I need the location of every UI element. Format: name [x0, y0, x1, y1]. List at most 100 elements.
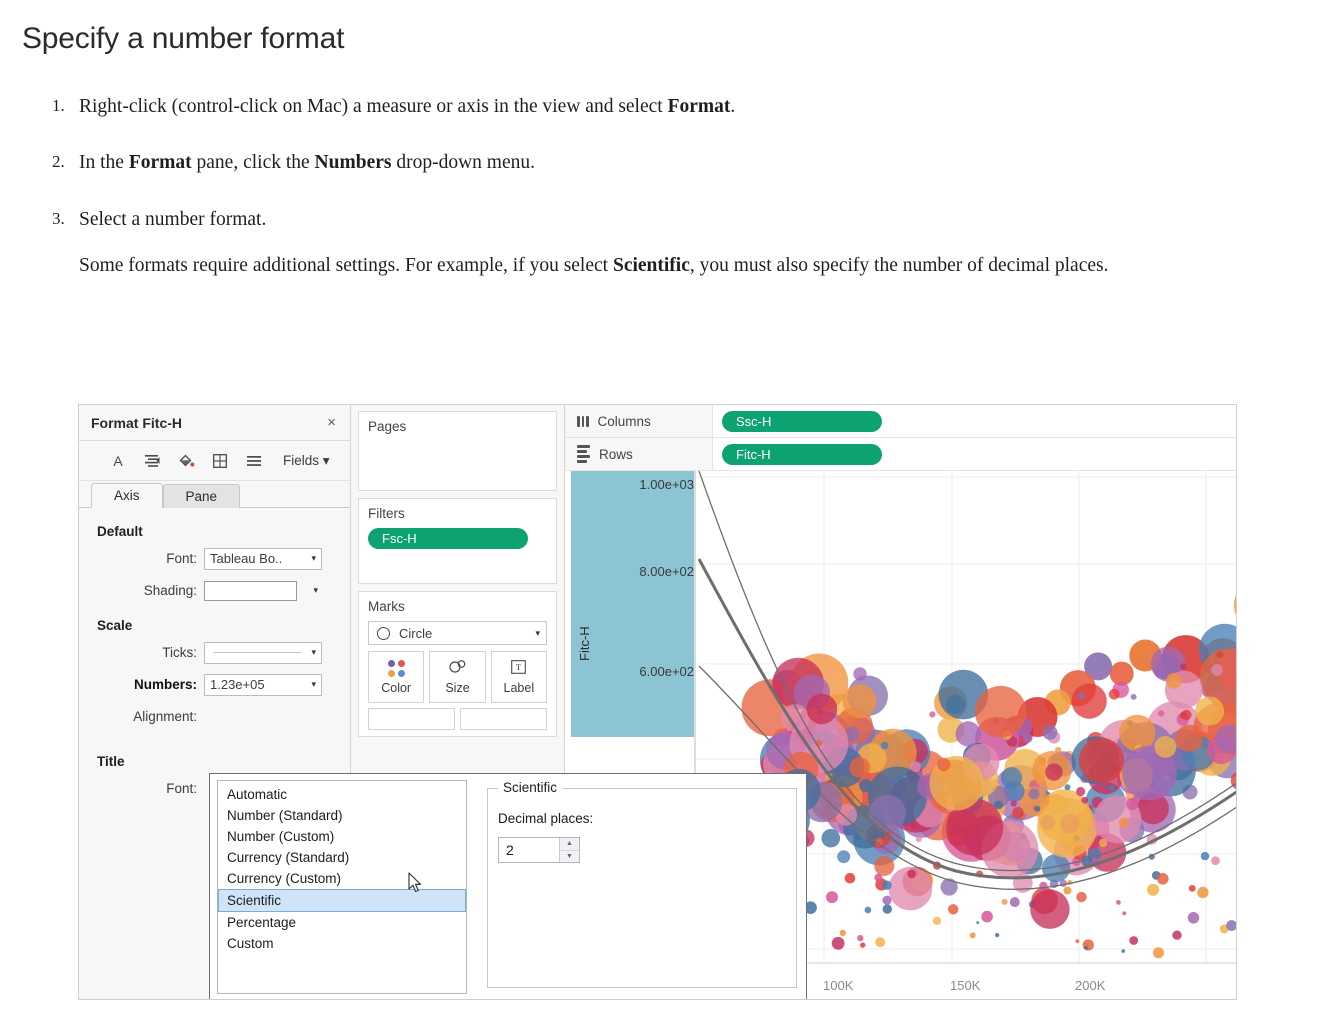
font-select[interactable]: Tableau Bo.. ▾	[204, 548, 322, 570]
alignment-label: Alignment:	[79, 709, 204, 724]
x-tick-label: 100K	[823, 978, 853, 993]
menu-item-number-standard[interactable]: Number (Standard)	[218, 805, 466, 826]
pages-card[interactable]: Pages	[358, 411, 557, 491]
step-bold-format: Format	[129, 152, 192, 173]
tab-axis[interactable]: Axis	[91, 483, 163, 508]
menu-item-percentage[interactable]: Percentage	[218, 912, 466, 933]
menu-item-number-custom[interactable]: Number (Custom)	[218, 826, 466, 847]
bubble-mark	[1099, 839, 1107, 847]
bubble-mark	[1021, 842, 1029, 850]
marks-extra-slot-2[interactable]	[460, 708, 547, 730]
font-a-icon[interactable]: A	[109, 452, 127, 470]
ticks-row: Ticks: ▾	[79, 641, 350, 664]
bubble-mark	[826, 891, 838, 903]
bubble-mark	[883, 904, 892, 913]
bubble-mark	[1189, 885, 1196, 892]
bubble-mark	[807, 694, 838, 725]
format-pane-header: Format Fitc-H ×	[79, 405, 350, 441]
number-format-list[interactable]: AutomaticNumber (Standard)Number (Custom…	[217, 780, 467, 994]
borders-icon[interactable]	[211, 452, 229, 470]
note-text-a: Some formats require additional settings…	[79, 255, 613, 276]
numbers-select[interactable]: 1.23e+05 ▾	[204, 674, 322, 696]
format-tabs: Axis Pane	[79, 481, 350, 508]
bubble-mark	[1002, 899, 1008, 905]
menu-item-automatic[interactable]: Automatic	[218, 784, 466, 805]
bubble-mark	[948, 904, 958, 914]
bubble-mark	[860, 942, 865, 947]
bubble-mark	[941, 878, 958, 895]
menu-item-scientific[interactable]: Scientific	[218, 889, 466, 912]
bubble-mark	[1011, 801, 1017, 807]
tab-pane[interactable]: Pane	[163, 484, 241, 508]
bubble-mark	[1083, 939, 1094, 950]
marks-color-button[interactable]: Color	[368, 651, 424, 703]
shading-select[interactable]: ▾	[204, 580, 322, 602]
bubble-mark	[874, 856, 894, 876]
stepper-up-icon[interactable]: ▲	[560, 838, 579, 851]
bubble-mark	[1180, 663, 1187, 670]
shading-swatch[interactable]	[204, 581, 297, 601]
step-number: 3.	[52, 208, 65, 231]
menu-item-currency-standard[interactable]: Currency (Standard)	[218, 847, 466, 868]
bubble-mark	[929, 711, 935, 717]
y-axis-title[interactable]: Fitc-H	[577, 626, 592, 661]
align-icon[interactable]	[143, 452, 161, 470]
section-title: Title	[97, 754, 350, 769]
step-bold-format: Format	[668, 96, 731, 117]
rows-icon	[577, 445, 590, 463]
bubble-mark	[1029, 788, 1040, 799]
columns-shelf-label: Columns	[565, 405, 713, 437]
bubble-mark	[1211, 856, 1220, 865]
columns-shelf-drop[interactable]: Ssc-H	[713, 405, 1236, 437]
close-icon[interactable]: ×	[323, 413, 340, 432]
decimal-places-value[interactable]: 2	[499, 842, 559, 858]
font-row: Font: Tableau Bo.. ▾	[79, 547, 350, 570]
font-label: Font:	[79, 551, 204, 566]
stepper-down-icon[interactable]: ▼	[560, 851, 579, 863]
marks-size-button[interactable]: Size	[429, 651, 485, 703]
step-text-a: Select a number format.	[79, 209, 266, 230]
list-item: 2. In the Format pane, click the Numbers…	[0, 150, 1318, 176]
chevron-down-icon: ▾	[311, 553, 316, 564]
chevron-down-icon: ▾	[323, 453, 330, 468]
ticks-select[interactable]: ▾	[204, 642, 322, 664]
bubble-mark	[1147, 884, 1159, 896]
filters-card[interactable]: Filters Fsc-H	[358, 498, 557, 584]
bubble-mark	[881, 742, 889, 750]
columns-label: Columns	[598, 414, 651, 429]
x-tick-label: 150K	[950, 978, 980, 993]
bubble-mark	[1084, 946, 1088, 950]
decimal-places-stepper[interactable]: 2 ▲ ▼	[498, 837, 580, 863]
menu-item-custom[interactable]: Custom	[218, 933, 466, 954]
bubble-mark	[1079, 738, 1124, 783]
color-dots-icon	[388, 660, 405, 677]
bubble-mark	[1010, 897, 1020, 907]
step-text-c: drop-down menu.	[391, 152, 535, 173]
bubble-mark	[1076, 787, 1085, 796]
paint-bucket-icon[interactable]	[177, 452, 195, 470]
y-tick-label: 6.00e+02	[639, 664, 694, 679]
columns-pill-ssc-h[interactable]: Ssc-H	[722, 411, 882, 432]
lines-icon[interactable]	[245, 452, 263, 470]
marks-extra-slot-1[interactable]	[368, 708, 455, 730]
stepper-buttons: ▲ ▼	[559, 838, 579, 862]
bubble-mark	[859, 779, 872, 792]
bubble-mark	[1042, 725, 1057, 740]
rows-shelf-drop[interactable]: Fitc-H	[713, 438, 1236, 470]
marks-label-label: Label	[504, 681, 535, 695]
bubble-mark	[865, 907, 872, 914]
columns-icon	[577, 416, 589, 427]
bubble-mark	[1116, 900, 1121, 905]
section-scale: Scale	[97, 618, 350, 633]
filter-pill-fsc-h[interactable]: Fsc-H	[368, 528, 528, 549]
bubble-mark	[1001, 767, 1022, 788]
bubble-mark	[1129, 936, 1138, 945]
fields-dropdown[interactable]: Fields ▾	[283, 453, 330, 469]
marks-type-select[interactable]: Circle ▾	[368, 621, 547, 645]
marks-label-button[interactable]: T Label	[491, 651, 547, 703]
bubble-mark	[874, 874, 882, 882]
rows-pill-fitc-h[interactable]: Fitc-H	[722, 444, 882, 465]
font-value: Tableau Bo..	[210, 551, 282, 566]
menu-item-currency-custom[interactable]: Currency (Custom)	[218, 868, 466, 889]
bubble-mark	[1158, 710, 1164, 716]
